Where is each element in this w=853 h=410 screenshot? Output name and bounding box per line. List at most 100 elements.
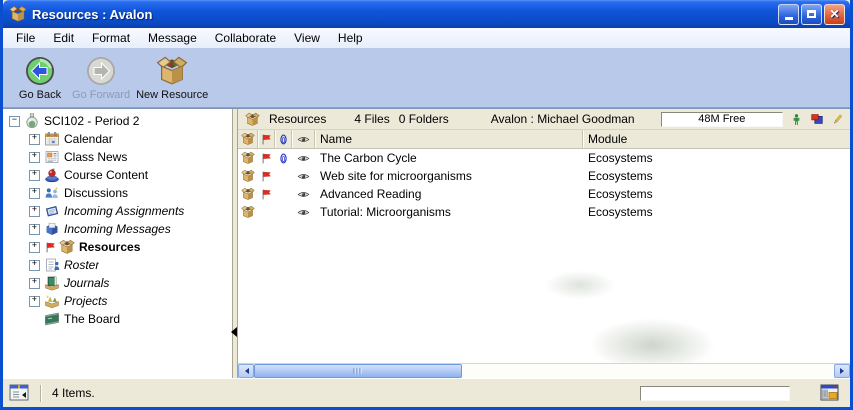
menu-edit[interactable]: Edit bbox=[44, 29, 83, 47]
tree-item-course-content[interactable]: + Course Content bbox=[3, 166, 232, 184]
tree-item-the-board[interactable]: The Board bbox=[3, 310, 232, 328]
new-resource-icon bbox=[156, 55, 188, 87]
expand-icon[interactable]: + bbox=[29, 224, 40, 235]
go-back-label: Go Back bbox=[19, 89, 61, 101]
minimize-button[interactable] bbox=[778, 4, 799, 25]
incoming-assignments-icon bbox=[44, 203, 60, 219]
tree-item-incoming-assignments[interactable]: + Incoming Assignments bbox=[3, 202, 232, 220]
column-header: Name Module bbox=[238, 130, 850, 149]
menu-help[interactable]: Help bbox=[329, 29, 372, 47]
eye-icon bbox=[297, 188, 310, 201]
person-icon[interactable] bbox=[790, 113, 803, 126]
expand-icon[interactable]: + bbox=[29, 170, 40, 181]
flag-icon bbox=[260, 152, 273, 165]
expand-icon[interactable]: + bbox=[29, 206, 40, 217]
eye-icon bbox=[297, 152, 310, 165]
scrollbar-track[interactable] bbox=[462, 364, 834, 378]
resource-box-icon bbox=[241, 205, 255, 219]
layout-icon[interactable] bbox=[820, 384, 840, 402]
tree-item-class-news[interactable]: + Class News bbox=[3, 148, 232, 166]
course-tree: − SCI102 - Period 2 + Calendar + Class N… bbox=[3, 109, 232, 378]
folder-info-bar: Resources 4 Files 0 Folders Avalon : Mic… bbox=[238, 109, 850, 130]
journals-icon bbox=[44, 275, 60, 291]
folder-count: 0 Folders bbox=[399, 112, 449, 126]
scrollbar-thumb[interactable] bbox=[254, 364, 462, 378]
menu-view[interactable]: View bbox=[285, 29, 329, 47]
resource-box-icon bbox=[59, 239, 75, 255]
toolbar: Go Back Go Forward New Resource bbox=[3, 48, 850, 108]
menu-file[interactable]: File bbox=[7, 29, 44, 47]
maximize-button[interactable] bbox=[801, 4, 822, 25]
expand-icon[interactable]: + bbox=[29, 296, 40, 307]
file-row-advanced-reading[interactable]: Advanced Reading Ecosystems bbox=[238, 185, 850, 203]
tree-item-discussions[interactable]: + Discussions bbox=[3, 184, 232, 202]
scroll-left-button[interactable] bbox=[238, 364, 254, 378]
tree-item-projects[interactable]: + Projects bbox=[3, 292, 232, 310]
file-name: Tutorial: Microorganisms bbox=[315, 203, 583, 221]
expand-icon[interactable]: + bbox=[29, 242, 40, 253]
expand-icon[interactable]: + bbox=[29, 152, 40, 163]
pencil-icon[interactable] bbox=[831, 113, 844, 126]
windows-icon[interactable] bbox=[810, 112, 824, 126]
tree-item-journals[interactable]: + Journals bbox=[3, 274, 232, 292]
tree-item-roster[interactable]: + Roster bbox=[3, 256, 232, 274]
column-type[interactable] bbox=[238, 130, 258, 148]
file-row-tutorial-microorganisms[interactable]: Tutorial: Microorganisms Ecosystems bbox=[238, 203, 850, 221]
expand-icon[interactable]: + bbox=[29, 278, 40, 289]
file-module: Ecosystems bbox=[583, 185, 850, 203]
paperclip-icon bbox=[277, 133, 290, 146]
resource-box-icon bbox=[9, 5, 27, 23]
file-count: 4 Files bbox=[354, 112, 389, 126]
go-forward-label: Go Forward bbox=[72, 89, 130, 101]
tree-item-label: Journals bbox=[64, 276, 109, 290]
go-back-icon bbox=[24, 55, 56, 87]
tree-item-label: The Board bbox=[64, 312, 120, 326]
column-visibility[interactable] bbox=[292, 130, 315, 148]
menu-collaborate[interactable]: Collaborate bbox=[206, 29, 285, 47]
column-module[interactable]: Module bbox=[583, 130, 850, 148]
info-bar-actions bbox=[783, 112, 844, 126]
new-resource-button[interactable]: New Resource bbox=[133, 53, 211, 103]
tree-root-sci102[interactable]: − SCI102 - Period 2 bbox=[3, 112, 232, 130]
column-name[interactable]: Name bbox=[315, 130, 583, 148]
splitter-collapse-icon[interactable] bbox=[231, 327, 237, 337]
main-area: − SCI102 - Period 2 + Calendar + Class N… bbox=[3, 108, 850, 378]
expand-icon[interactable]: + bbox=[29, 188, 40, 199]
tree-item-label: Roster bbox=[64, 258, 99, 272]
the-board-icon bbox=[44, 311, 60, 327]
tree-item-incoming-messages[interactable]: + Incoming Messages bbox=[3, 220, 232, 238]
collapse-icon[interactable]: − bbox=[9, 116, 20, 127]
file-module: Ecosystems bbox=[583, 149, 850, 167]
eye-icon bbox=[297, 170, 310, 183]
column-attachment[interactable] bbox=[275, 130, 292, 148]
tree-item-label: Incoming Messages bbox=[64, 222, 171, 236]
expand-icon[interactable]: + bbox=[29, 134, 40, 145]
title-bar[interactable]: Resources : Avalon bbox=[3, 0, 850, 28]
owner-label: Avalon : Michael Goodman bbox=[491, 112, 635, 126]
file-module: Ecosystems bbox=[583, 167, 850, 185]
menu-message[interactable]: Message bbox=[139, 29, 206, 47]
status-field bbox=[640, 386, 790, 401]
tree-item-calendar[interactable]: + Calendar bbox=[3, 130, 232, 148]
scroll-right-button[interactable] bbox=[834, 364, 850, 378]
course-flask-icon bbox=[24, 113, 40, 129]
tree-item-resources[interactable]: + Resources bbox=[3, 238, 232, 256]
status-separator bbox=[40, 385, 41, 402]
menu-format[interactable]: Format bbox=[83, 29, 139, 47]
resource-box-icon bbox=[241, 132, 255, 146]
toggle-panel-icon[interactable] bbox=[9, 384, 31, 402]
free-space-indicator: 48M Free bbox=[661, 112, 783, 127]
horizontal-scrollbar[interactable] bbox=[238, 363, 850, 378]
column-flag[interactable] bbox=[258, 130, 275, 148]
tree-item-label: Resources bbox=[79, 240, 140, 254]
file-row-the-carbon-cycle[interactable]: The Carbon Cycle Ecosystems bbox=[238, 149, 850, 167]
flag-icon bbox=[260, 170, 273, 183]
file-row-web-site-for-microorganisms[interactable]: Web site for microorganisms Ecosystems bbox=[238, 167, 850, 185]
flag-icon bbox=[44, 241, 57, 254]
class-news-icon bbox=[44, 149, 60, 165]
go-back-button[interactable]: Go Back bbox=[11, 53, 69, 103]
menu-bar: FileEditFormatMessageCollaborateViewHelp bbox=[3, 28, 850, 48]
close-button[interactable] bbox=[824, 4, 845, 25]
calendar-icon bbox=[44, 131, 60, 147]
expand-icon[interactable]: + bbox=[29, 260, 40, 271]
